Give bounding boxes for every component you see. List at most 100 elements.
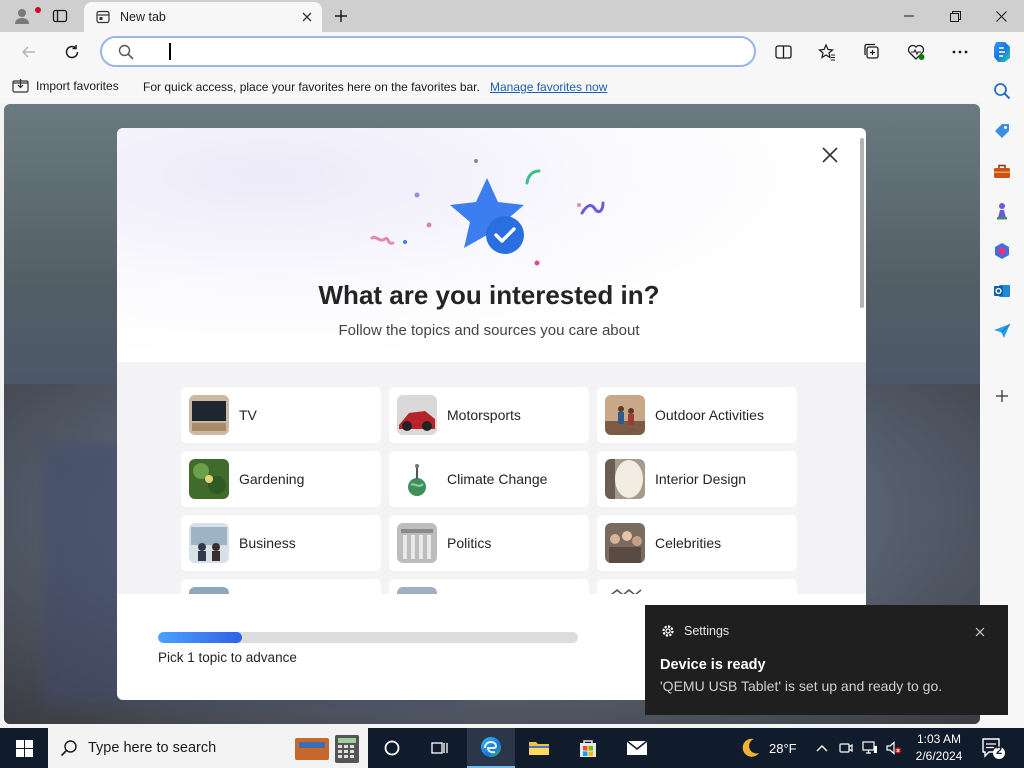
- search-icon: [60, 740, 77, 757]
- sidebar-outlook-button[interactable]: [988, 277, 1016, 305]
- topic-thumbnail: [397, 587, 437, 594]
- meet-now-icon[interactable]: [839, 741, 853, 755]
- heart-pulse-icon: [907, 44, 925, 60]
- topic-climate-change[interactable]: Climate Change: [389, 451, 589, 507]
- copilot-button[interactable]: [988, 38, 1016, 66]
- taskbar-search-placeholder: Type here to search: [88, 740, 217, 756]
- topic-label: Celebrities: [655, 535, 722, 551]
- collections-button[interactable]: [857, 38, 887, 66]
- speaker-muted-icon[interactable]: [886, 741, 902, 755]
- cortana-button[interactable]: [368, 728, 416, 768]
- browser-essentials-button[interactable]: [901, 38, 931, 66]
- tab-actions-icon: [52, 9, 68, 23]
- taskbar-edge-app[interactable]: [467, 728, 515, 768]
- settings-and-more-button[interactable]: [945, 38, 975, 66]
- store-bag-icon: [580, 740, 596, 757]
- dialog-subtitle: Follow the topics and sources you care a…: [338, 322, 640, 339]
- refresh-button[interactable]: [57, 38, 87, 66]
- topic-thumbnail: [605, 587, 645, 594]
- minimize-icon: [904, 15, 914, 17]
- favorites-button[interactable]: [812, 38, 842, 66]
- topic-label: TV: [239, 407, 257, 423]
- import-favorites-button[interactable]: Import favorites: [12, 78, 119, 93]
- network-icon[interactable]: [862, 741, 878, 755]
- paper-plane-icon: [994, 323, 1011, 338]
- weather-widget[interactable]: 28°F: [738, 728, 797, 768]
- profile-alert-dot: [35, 7, 41, 13]
- notification-title: Device is ready: [660, 657, 766, 673]
- microsoft365-icon: [995, 243, 1009, 259]
- address-input[interactable]: [168, 41, 728, 63]
- close-icon: [995, 10, 1007, 22]
- sidebar-add-button[interactable]: [988, 382, 1016, 410]
- topic-thumbnail: [189, 459, 229, 499]
- sidebar-shopping-button[interactable]: [988, 117, 1016, 145]
- topic-celebrities[interactable]: Celebrities: [597, 515, 797, 571]
- windows-taskbar: Type here to search 28°F 1:03 AM 2/6/202…: [0, 728, 1024, 768]
- start-button[interactable]: [0, 728, 48, 768]
- topic-motorsports[interactable]: Motorsports: [389, 387, 589, 443]
- chevron-up-icon[interactable]: [815, 743, 829, 753]
- taskbar-search-box[interactable]: Type here to search: [48, 728, 368, 768]
- cortana-circle-icon: [384, 740, 400, 756]
- sidebar-games-button[interactable]: [988, 197, 1016, 225]
- minimize-button[interactable]: [886, 0, 932, 32]
- back-button[interactable]: [14, 38, 44, 66]
- topic-gardening[interactable]: Gardening: [181, 451, 381, 507]
- notification-app-name: Settings: [684, 624, 730, 638]
- topic-outdoor-activities[interactable]: Outdoor Activities: [597, 387, 797, 443]
- chess-piece-icon: [997, 203, 1007, 220]
- topic-politics[interactable]: Politics: [389, 515, 589, 571]
- topic-thumbnail: [605, 523, 645, 563]
- taskbar-file-explorer[interactable]: [515, 728, 563, 768]
- topic-tv[interactable]: TV: [181, 387, 381, 443]
- topic-progress-label: Pick 1 topic to advance: [158, 650, 297, 665]
- topic-thumbnail: [189, 523, 229, 563]
- topic-business[interactable]: Business: [181, 515, 381, 571]
- favorites-star-icon: [818, 43, 835, 61]
- topic-thumbnail: [397, 395, 437, 435]
- task-view-button[interactable]: [416, 728, 464, 768]
- taskbar-mail[interactable]: [613, 728, 661, 768]
- topic-card-partial[interactable]: [597, 579, 797, 594]
- topic-thumbnail: [397, 459, 437, 499]
- sidebar-drop-button[interactable]: [988, 317, 1016, 345]
- taskbar-microsoft-store[interactable]: [564, 728, 612, 768]
- plus-icon: [335, 10, 347, 22]
- new-tab-button[interactable]: [328, 4, 354, 28]
- dialog-close-button[interactable]: [817, 142, 843, 168]
- collections-icon: [864, 43, 879, 59]
- address-bar[interactable]: [100, 36, 756, 67]
- tab-strip: New tab: [0, 0, 1024, 32]
- sidebar-microsoft365-button[interactable]: [988, 237, 1016, 265]
- moon-weather-icon: [742, 738, 759, 757]
- topic-label: Climate Change: [447, 471, 548, 487]
- topic-card-partial[interactable]: [181, 579, 381, 594]
- notification-close-button[interactable]: [971, 623, 989, 641]
- split-screen-button[interactable]: [768, 38, 798, 66]
- restore-button[interactable]: [932, 0, 978, 32]
- topic-interior-design[interactable]: Interior Design: [597, 451, 797, 507]
- taskbar-clock[interactable]: 1:03 AM 2/6/2024: [906, 731, 972, 765]
- topic-label: Gardening: [239, 471, 305, 487]
- manage-favorites-link[interactable]: Manage favorites now: [490, 80, 607, 94]
- new-tab-page-icon: [96, 10, 110, 24]
- gear-icon: [662, 625, 674, 637]
- favorites-bar-message: For quick access, place your favorites h…: [143, 80, 480, 94]
- more-dots-icon: [952, 50, 968, 54]
- topic-card-partial[interactable]: [389, 579, 589, 594]
- action-center-button[interactable]: 2: [980, 736, 1006, 760]
- topic-thumbnail: [605, 395, 645, 435]
- folder-icon: [529, 742, 549, 755]
- tab-actions-button[interactable]: [46, 4, 74, 28]
- tab-close-button[interactable]: [298, 8, 316, 26]
- device-ready-notification[interactable]: Settings Device is ready 'QEMU USB Table…: [645, 605, 1008, 715]
- close-window-button[interactable]: [978, 0, 1024, 32]
- sidebar-search-button[interactable]: [988, 77, 1016, 105]
- profile-button[interactable]: [8, 4, 41, 28]
- dialog-scrollbar-thumb[interactable]: [860, 138, 864, 308]
- mail-envelope-icon: [626, 740, 648, 755]
- tab-new-tab[interactable]: New tab: [84, 2, 322, 32]
- sidebar-tools-button[interactable]: [988, 157, 1016, 185]
- topic-progress-fill: [158, 632, 242, 643]
